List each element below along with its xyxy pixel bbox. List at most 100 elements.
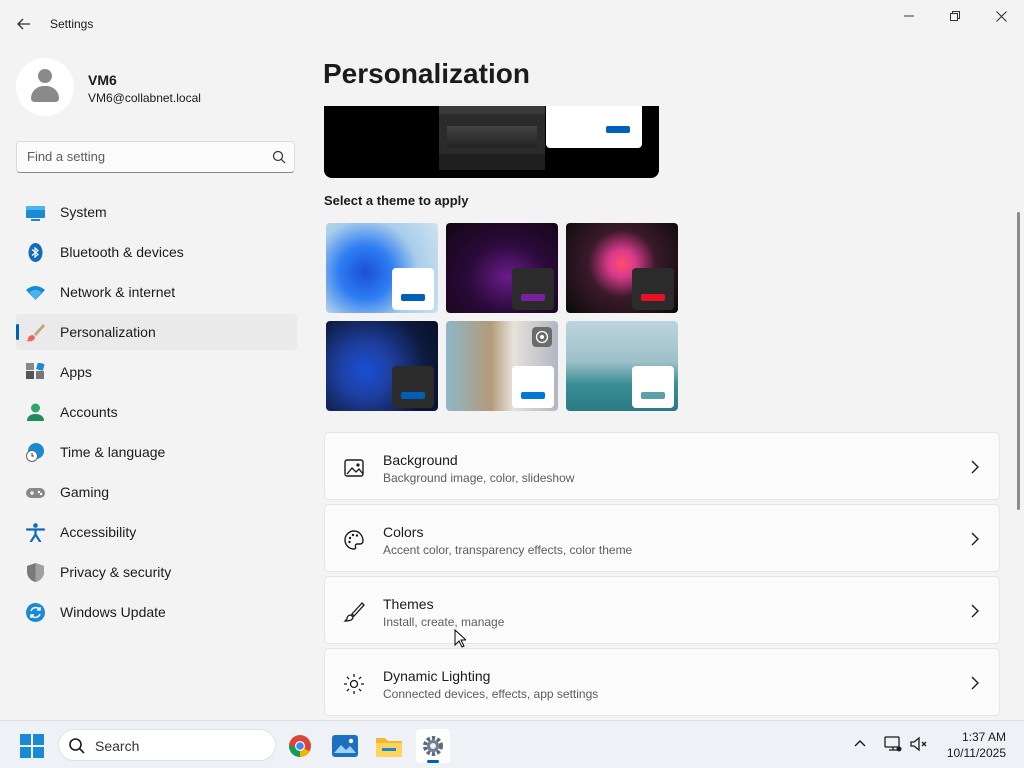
sidebar-item-label: Privacy & security xyxy=(60,564,172,580)
background-setting-row[interactable]: Background Background image, color, slid… xyxy=(324,432,1000,500)
minimize-button[interactable] xyxy=(886,0,932,32)
profile-name: VM6 xyxy=(88,72,117,88)
sidebar-item-network[interactable]: Network & internet xyxy=(16,274,297,310)
sidebar-item-privacy[interactable]: Privacy & security xyxy=(16,554,297,590)
windows-start-icon[interactable] xyxy=(20,734,44,758)
network-icon[interactable] xyxy=(884,735,902,753)
taskbar-app-photos[interactable] xyxy=(328,729,362,763)
maximize-button[interactable] xyxy=(932,0,978,32)
sidebar-item-apps[interactable]: Apps xyxy=(16,354,297,390)
preview-window-content xyxy=(447,126,537,148)
app-title: Settings xyxy=(50,17,94,31)
globe-clock-icon xyxy=(26,443,44,462)
user-profile[interactable]: VM6 VM6@collabnet.local xyxy=(16,58,296,118)
sidebar-item-windows-update[interactable]: Windows Update xyxy=(16,594,297,630)
row-subtitle: Connected devices, effects, app settings xyxy=(383,687,599,701)
theme-tile-spotlight[interactable] xyxy=(446,321,558,411)
chevron-right-icon xyxy=(971,604,979,618)
accessibility-icon xyxy=(26,523,45,542)
image-icon xyxy=(344,459,364,477)
gamepad-icon xyxy=(26,488,45,498)
theme-tile-captured-motion[interactable] xyxy=(566,223,678,313)
row-subtitle: Install, create, manage xyxy=(383,615,505,629)
colors-setting-row[interactable]: Colors Accent color, transparency effect… xyxy=(324,504,1000,572)
sidebar-item-system[interactable]: System xyxy=(16,194,297,230)
palette-icon xyxy=(344,530,364,550)
close-button[interactable] xyxy=(978,0,1024,32)
sidebar-item-label: Bluetooth & devices xyxy=(60,244,184,260)
settings-search-input[interactable] xyxy=(27,149,267,164)
theme-accent-swatch xyxy=(521,392,545,399)
dynamic-lighting-setting-row[interactable]: Dynamic Lighting Connected devices, effe… xyxy=(324,648,1000,716)
sidebar-item-accounts[interactable]: Accounts xyxy=(16,394,297,430)
taskbar-app-chrome[interactable] xyxy=(283,729,317,763)
sidebar-item-time-language[interactable]: Time & language xyxy=(16,434,297,470)
sidebar-item-label: Apps xyxy=(60,364,92,380)
close-icon xyxy=(995,10,1007,22)
sidebar-item-accessibility[interactable]: Accessibility xyxy=(16,514,297,550)
preview-window-image xyxy=(439,106,545,170)
row-title: Colors xyxy=(383,524,424,540)
apps-icon xyxy=(26,363,45,379)
sidebar-item-label: Time & language xyxy=(60,444,166,460)
chrome-icon xyxy=(289,735,311,757)
chevron-right-icon xyxy=(971,676,979,690)
taskbar-app-settings[interactable] xyxy=(416,729,450,763)
preview-window-titlebar xyxy=(439,106,545,114)
clock-time[interactable]: 1:37 AM xyxy=(940,730,1006,744)
theme-tile-glow[interactable] xyxy=(446,223,558,313)
row-title: Dynamic Lighting xyxy=(383,668,491,684)
sidebar-item-personalization[interactable]: Personalization xyxy=(16,314,297,350)
file-explorer-icon xyxy=(376,738,402,757)
row-subtitle: Accent color, transparency effects, colo… xyxy=(383,543,633,557)
theme-preview xyxy=(324,106,659,178)
sidebar-item-bluetooth[interactable]: Bluetooth & devices xyxy=(16,234,297,270)
theme-tile-windows-dark[interactable] xyxy=(326,321,438,411)
theme-mini-window xyxy=(392,268,434,310)
chevron-up-icon[interactable] xyxy=(852,736,868,752)
arrow-left-icon xyxy=(17,18,30,30)
sidebar-item-label: Windows Update xyxy=(60,604,166,620)
title-bar: Settings xyxy=(0,0,1024,48)
theme-accent-swatch xyxy=(641,392,665,399)
chevron-right-icon xyxy=(971,532,979,546)
theme-section-label: Select a theme to apply xyxy=(324,193,469,208)
settings-icon xyxy=(423,736,443,756)
clock-date[interactable]: 10/11/2025 xyxy=(940,746,1006,760)
photos-icon xyxy=(332,735,358,757)
taskbar-search[interactable]: Search xyxy=(58,729,276,761)
restore-icon xyxy=(950,11,960,21)
theme-mini-window xyxy=(632,366,674,408)
theme-mini-window xyxy=(632,268,674,310)
sidebar-item-label: Gaming xyxy=(60,484,110,500)
row-title: Themes xyxy=(383,596,434,612)
taskbar: Search 1:37 AM 10/11/2025 xyxy=(0,720,1024,768)
sidebar-item-label: Personalization xyxy=(60,324,156,340)
wifi-icon xyxy=(26,286,45,300)
taskbar-app-file-explorer[interactable] xyxy=(372,729,406,763)
update-icon xyxy=(26,603,45,622)
theme-accent-swatch xyxy=(521,294,545,301)
page-title: Personalization xyxy=(323,58,530,89)
theme-tile-windows-light[interactable] xyxy=(326,223,438,313)
sidebar-item-label: Network & internet xyxy=(60,284,176,300)
theme-tile-flow[interactable] xyxy=(566,321,678,411)
taskbar-search-label: Search xyxy=(95,738,140,754)
theme-accent-swatch xyxy=(401,294,425,301)
sidebar-item-gaming[interactable]: Gaming xyxy=(16,474,297,510)
back-button[interactable] xyxy=(10,12,38,36)
bluetooth-icon xyxy=(28,243,43,262)
search-icon xyxy=(272,150,286,164)
themes-setting-row[interactable]: Themes Install, create, manage xyxy=(324,576,1000,644)
sidebar-item-label: System xyxy=(60,204,107,220)
avatar xyxy=(16,58,74,116)
row-subtitle: Background image, color, slideshow xyxy=(383,471,575,485)
brush-icon xyxy=(343,602,365,622)
settings-search-box[interactable] xyxy=(16,141,295,173)
theme-mini-window xyxy=(512,366,554,408)
volume-muted-icon[interactable] xyxy=(910,735,928,753)
shield-icon xyxy=(27,563,44,582)
preview-accent-card xyxy=(546,106,642,148)
content-scrollbar[interactable] xyxy=(1017,212,1020,510)
sidebar-item-label: Accounts xyxy=(60,404,118,420)
